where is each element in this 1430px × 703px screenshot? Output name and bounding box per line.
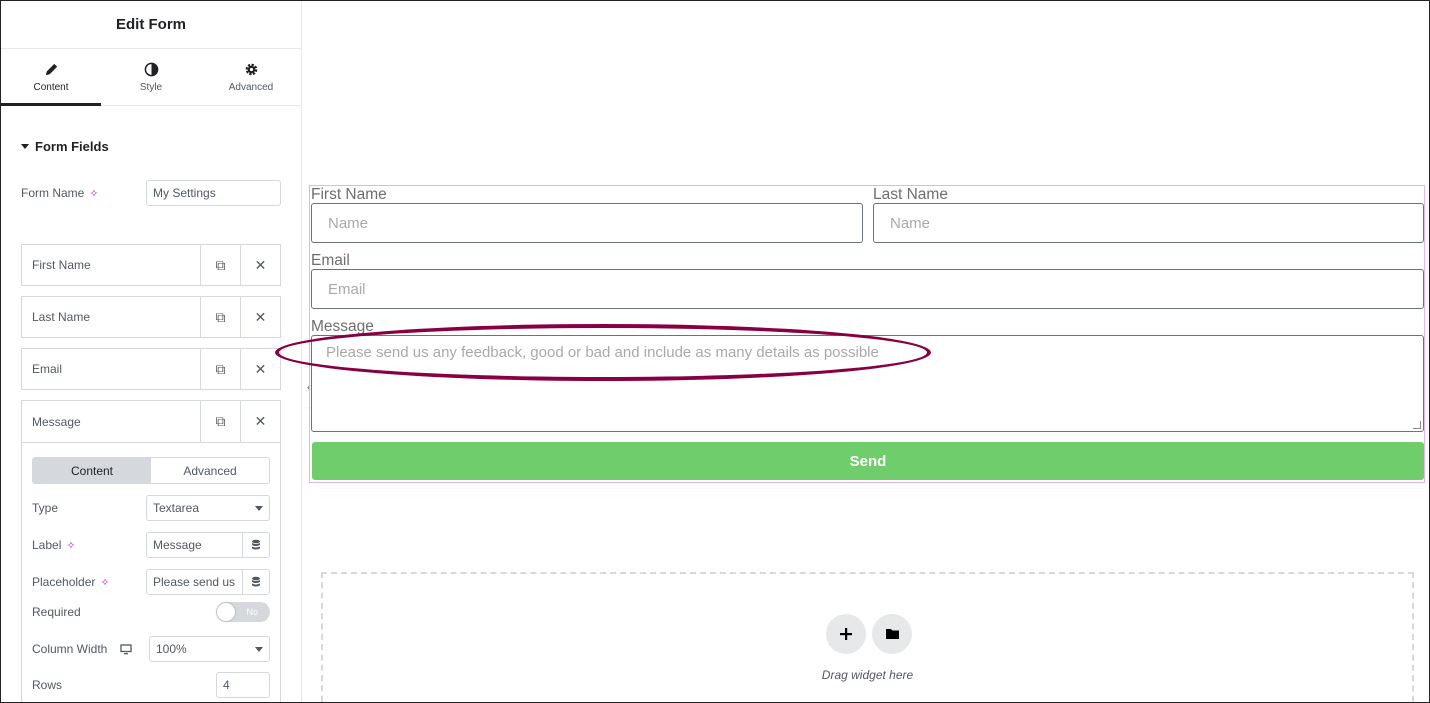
tab-advanced[interactable]: Advanced [201,49,301,105]
placeholder-label-text: Placeholder [32,575,96,589]
duplicate-icon[interactable]: ⧉ [200,245,240,285]
widget-dropzone[interactable]: Drag widget here [321,572,1414,702]
tab-content[interactable]: Content [1,49,101,106]
gear-icon [245,63,257,75]
type-select[interactable]: Textarea [146,495,270,521]
message-placeholder: Please send us any feedback, good or bad… [326,344,879,361]
field-item-last-name[interactable]: Last Name ⧉ ✕ [21,296,281,338]
field-item-title: First Name [32,258,91,272]
pencil-icon [45,63,57,75]
tab-label: Content [33,81,69,93]
panel-title: Edit Form [1,1,301,49]
dropzone-buttons [826,614,912,654]
rows-control: Rows 4 [32,672,270,698]
close-icon[interactable]: ✕ [240,297,280,337]
type-control: Type Textarea [32,495,270,521]
field-item-title: Email [32,362,63,376]
label-label-text: Label [32,538,62,552]
field-subtabs: Content Advanced [32,457,270,484]
send-button[interactable]: Send [312,442,1424,480]
duplicate-icon[interactable]: ⧉ [200,349,240,389]
column-width-label-text: Column Width [32,642,108,656]
placeholder-label: Placeholder ✧ [32,575,110,589]
tab-label: Style [139,81,163,93]
tab-label: Advanced [228,81,274,93]
field-item-message-expanded: Message ⧉ ✕ Content Advanced Type Textar… [21,400,281,702]
subtab-advanced[interactable]: Advanced [151,458,269,483]
duplicate-icon[interactable]: ⧉ [200,297,240,337]
editor-sidebar: Edit Form Content Style Advanced Form Fi… [1,1,302,702]
required-toggle[interactable]: No [216,602,270,622]
column-width-control: Column Width 100% [32,636,270,662]
label-label: Label ✧ [32,538,76,552]
last-name-input[interactable]: Name [873,203,1424,243]
email-label: Email [311,252,350,269]
field-item-title: Last Name [32,310,91,324]
editor-window: Edit Form Content Style Advanced Form Fi… [0,0,1430,703]
folder-icon [885,629,899,639]
duplicate-icon[interactable]: ⧉ [200,401,240,442]
caret-down-icon [21,144,29,149]
form-name-control: Form Name ✧ My Settings [21,180,281,206]
contrast-icon [144,62,158,76]
label-input[interactable]: Message [146,532,270,558]
column-width-select[interactable]: 100% [149,636,270,662]
field-item-message[interactable]: Message ⧉ ✕ [22,401,280,443]
chevron-down-icon [255,505,263,511]
dynamic-tags-icon[interactable] [242,533,269,557]
first-name-input[interactable]: Name [311,203,863,243]
placeholder-input-value: Please send us [153,575,236,589]
column-width-label: Column Width [32,642,133,656]
plus-icon [840,628,852,640]
first-name-label: First Name [311,186,387,203]
add-section-button[interactable] [826,614,866,654]
subtab-content[interactable]: Content [33,458,151,483]
label-control: Label ✧ Message [32,532,270,558]
tab-style[interactable]: Style [101,49,201,105]
rows-input[interactable]: 4 [216,672,270,698]
resize-handle-icon[interactable] [1413,421,1421,429]
desktop-icon[interactable] [120,643,133,655]
field-item-first-name[interactable]: First Name ⧉ ✕ [21,244,281,286]
dropzone-text: Drag widget here [821,668,914,682]
form-name-input[interactable]: My Settings [146,180,281,206]
rows-label: Rows [32,678,63,692]
field-item-title: Message [32,414,81,429]
panel-tabs: Content Style Advanced [1,49,301,106]
section-form-fields[interactable]: Form Fields [21,139,109,154]
type-select-value: Textarea [153,501,200,515]
message-label: Message [311,318,374,335]
form-name-label: Form Name ✧ [21,186,146,200]
close-icon[interactable]: ✕ [240,349,280,389]
close-icon[interactable]: ✕ [240,245,280,285]
placeholder-input[interactable]: Please send us [146,569,270,595]
close-icon[interactable]: ✕ [240,401,280,442]
message-textarea[interactable]: Please send us any feedback, good or bad… [311,335,1424,432]
ai-sparkle-icon[interactable]: ✧ [89,187,98,200]
chevron-down-icon [255,646,263,652]
add-template-button[interactable] [872,614,912,654]
column-width-value: 100% [156,642,187,656]
form-name-label-text: Form Name [21,186,85,200]
last-name-label: Last Name [873,186,948,203]
email-input[interactable]: Email [311,269,1424,309]
field-item-email[interactable]: Email ⧉ ✕ [21,348,281,390]
ai-sparkle-icon[interactable]: ✧ [66,539,75,552]
required-label: Required [32,605,81,619]
placeholder-control: Placeholder ✧ Please send us [32,569,270,595]
toggle-text: No [246,607,258,617]
ai-sparkle-icon[interactable]: ✧ [100,576,109,589]
required-control: Required No [32,602,270,622]
form-widget[interactable]: First Name Last Name Name Name Email Ema… [309,185,1425,483]
dynamic-tags-icon[interactable] [242,570,269,594]
toggle-knob [217,603,235,621]
label-input-value: Message [153,538,202,552]
type-label: Type [32,501,59,515]
section-title-text: Form Fields [35,139,109,154]
